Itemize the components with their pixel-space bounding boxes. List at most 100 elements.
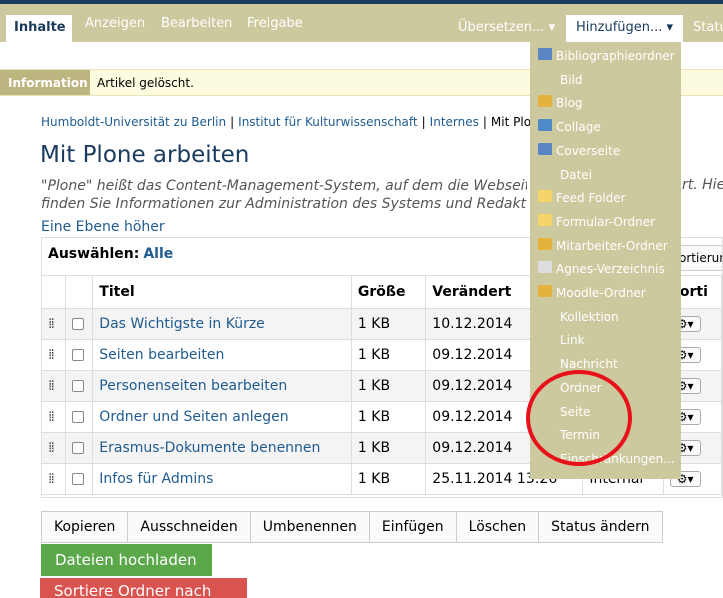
- row-checkbox-cell: [65, 401, 94, 433]
- add-menu-item-label: Feed Folder: [556, 191, 626, 206]
- add-menu-item-collage[interactable]: Collage: [530, 115, 681, 139]
- add-menu-item-label: Link: [560, 333, 585, 348]
- column-header-title[interactable]: Titel: [92, 276, 352, 309]
- add-menu-item-formular-ordner[interactable]: Formular-Ordner: [530, 210, 681, 234]
- upload-files-button[interactable]: Dateien hochladen: [41, 544, 212, 576]
- add-menu-item-datei[interactable]: Datei: [530, 163, 681, 187]
- row-checkbox-cell: [65, 463, 94, 495]
- add-menu-item-link[interactable]: Link: [530, 328, 681, 352]
- change-state-button[interactable]: Status ändern: [539, 512, 662, 542]
- drag-handle-icon: ⁞⁞: [48, 439, 55, 456]
- add-menu-item-coverseite[interactable]: Coverseite: [530, 139, 681, 163]
- description-line-1-tail: rt. Hie: [682, 177, 723, 193]
- drag-handle-icon: ⁞⁞: [48, 470, 55, 487]
- drag-handle[interactable]: ⁞⁞: [42, 463, 66, 495]
- sort-folder-button[interactable]: Sortiere Ordner nach: [40, 578, 247, 598]
- row-checkbox[interactable]: [71, 472, 84, 485]
- breadcrumb-separator: |: [421, 115, 426, 129]
- drag-handle[interactable]: ⁞⁞: [42, 432, 66, 464]
- add-menu-item-label: Collage: [556, 120, 601, 135]
- add-menu-item-nachricht[interactable]: Nachricht: [530, 352, 681, 376]
- row-checkbox[interactable]: [71, 379, 84, 392]
- sort-button[interactable]: ortierung: [674, 245, 722, 271]
- add-menu-item-feed-folder[interactable]: Feed Folder: [530, 186, 681, 210]
- add-menu-item-label: Blog: [556, 96, 583, 111]
- folder-action-buttons: Kopieren Ausschneiden Umbenennen Einfüge…: [41, 511, 663, 543]
- info-label: Information: [0, 70, 90, 95]
- add-menu-item-label: Moodle-Ordner: [556, 286, 646, 300]
- row-title-cell: Ordner und Seiten anlegen: [92, 401, 352, 433]
- breadcrumb: Humboldt-Universität zu Berlin | Institut …: [41, 115, 557, 129]
- edit-bar: Inhalte Anzeigen Bearbeiten Freigabe Übe…: [0, 4, 723, 46]
- agnes-directory-icon: [538, 261, 552, 274]
- breadcrumb-institut[interactable]: Institut für Kulturwissenschaft: [238, 115, 417, 129]
- add-menu-item-label: Formular-Ordner: [556, 214, 656, 229]
- row-title-cell: Das Wichtigste in Kürze: [92, 308, 352, 340]
- row-size: 1 KB: [351, 432, 427, 464]
- checkbox-column-header: [65, 276, 94, 309]
- row-size: 1 KB: [351, 308, 427, 340]
- add-menu-item-label: Agnes-Verzeichnis: [556, 262, 665, 277]
- add-menu-item-moodle-ordner[interactable]: Moodle-Ordner: [530, 281, 681, 305]
- add-menu-item-agnes-verzeichnis[interactable]: Agnes-Verzeichnis: [530, 257, 681, 281]
- drag-handle[interactable]: ⁞⁞: [42, 339, 66, 371]
- row-title-link[interactable]: Seiten bearbeiten: [99, 347, 224, 363]
- page-description: "Plone" heißt das Content-Management-Sys…: [41, 177, 527, 213]
- tab-inhalte[interactable]: Inhalte: [6, 15, 72, 46]
- row-checkbox[interactable]: [71, 317, 84, 330]
- tab-bearbeiten[interactable]: Bearbeiten: [161, 16, 232, 31]
- tab-anzeigen[interactable]: Anzeigen: [85, 16, 145, 31]
- row-title-link[interactable]: Personenseiten bearbeiten: [99, 378, 287, 394]
- copy-button[interactable]: Kopieren: [42, 512, 129, 542]
- add-menu-item-label: Kollektion: [560, 309, 619, 324]
- drag-handle-icon: ⁞⁞: [48, 408, 55, 425]
- add-menu-item-label: Datei: [560, 167, 593, 182]
- info-message: Artikel gelöscht.: [97, 76, 194, 90]
- status-menu[interactable]: Statu: [683, 15, 723, 46]
- paste-button[interactable]: Einfügen: [369, 512, 457, 542]
- delete-button[interactable]: Löschen: [456, 512, 540, 542]
- breadcrumb-separator: |: [482, 115, 487, 129]
- tab-freigabe[interactable]: Freigabe: [247, 16, 303, 31]
- row-title-cell: Personenseiten bearbeiten: [92, 370, 352, 402]
- row-title-link[interactable]: Infos für Admins: [99, 471, 213, 487]
- cover-page-icon: [538, 142, 552, 155]
- add-menu-item-blog[interactable]: Blog: [530, 91, 681, 115]
- description-line-2: finden Sie Informationen zur Administrat…: [41, 196, 527, 212]
- annotation-circle: [526, 370, 632, 466]
- add-menu-item-mitarbeiter-ordner[interactable]: Mitarbeiter-Ordner: [530, 234, 681, 258]
- row-size: 1 KB: [351, 370, 427, 402]
- select-label: Auswählen: Alle: [48, 246, 173, 262]
- up-one-level-link[interactable]: Eine Ebene höher: [41, 219, 165, 235]
- cut-button[interactable]: Ausschneiden: [128, 512, 251, 542]
- row-checkbox[interactable]: [71, 441, 84, 454]
- row-checkbox-cell: [65, 308, 94, 340]
- drag-handle[interactable]: ⁞⁞: [42, 308, 66, 340]
- row-checkbox-cell: [65, 370, 94, 402]
- add-menu-item-bibliographieordner[interactable]: Bibliographieordner: [530, 44, 681, 68]
- row-title-cell: Erasmus-Dokumente benennen: [92, 432, 352, 464]
- select-all-link[interactable]: Alle: [143, 246, 173, 262]
- row-checkbox[interactable]: [71, 348, 84, 361]
- rename-button[interactable]: Umbenennen: [250, 512, 370, 542]
- row-checkbox-cell: [65, 432, 94, 464]
- column-header-size[interactable]: Größe: [351, 276, 427, 309]
- row-title-cell: Seiten bearbeiten: [92, 339, 352, 371]
- breadcrumb-hu-berlin[interactable]: Humboldt-Universität zu Berlin: [41, 115, 226, 129]
- blog-icon: [538, 95, 552, 108]
- breadcrumb-separator: |: [230, 115, 235, 129]
- breadcrumb-internes[interactable]: Internes: [430, 115, 479, 129]
- add-menu-item-kollektion[interactable]: Kollektion: [530, 305, 681, 329]
- row-title-link[interactable]: Das Wichtigste in Kürze: [99, 316, 265, 332]
- add-menu-item-bild[interactable]: Bild: [530, 68, 681, 92]
- row-title-link[interactable]: Ordner und Seiten anlegen: [99, 409, 288, 425]
- add-menu-item-label: Mitarbeiter-Ordner: [556, 238, 668, 253]
- row-title-link[interactable]: Erasmus-Dokumente benennen: [99, 440, 320, 456]
- add-menu-item-label: Bild: [560, 72, 583, 87]
- row-checkbox[interactable]: [71, 410, 84, 423]
- drag-handle[interactable]: ⁞⁞: [42, 370, 66, 402]
- drag-handle[interactable]: ⁞⁞: [42, 401, 66, 433]
- row-size: 1 KB: [351, 401, 427, 433]
- add-menu-item-label: Nachricht: [560, 357, 618, 372]
- drag-handle-icon: ⁞⁞: [48, 315, 55, 332]
